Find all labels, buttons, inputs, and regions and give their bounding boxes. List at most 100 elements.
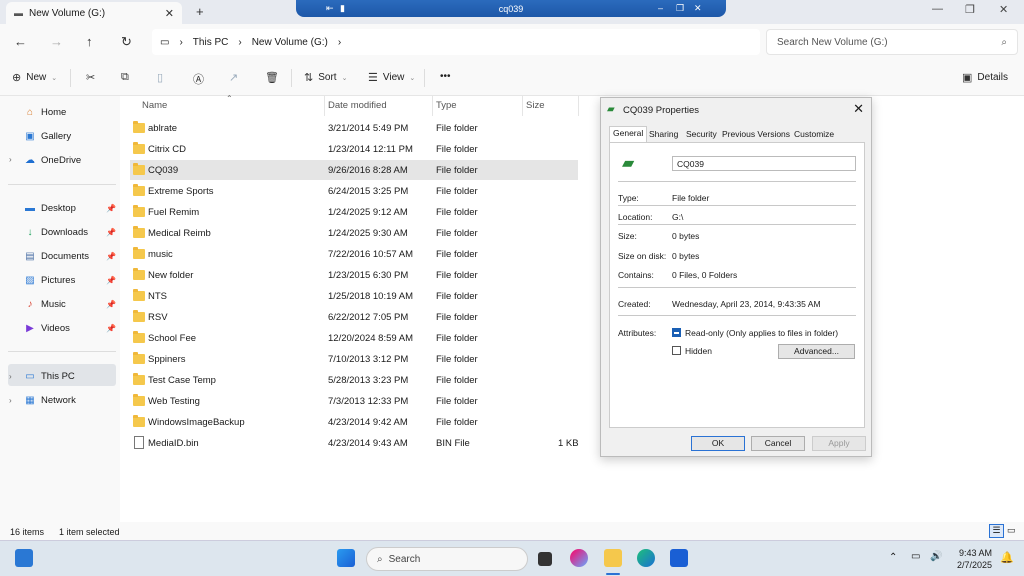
new-button[interactable]: ⊕ New ⌄	[12, 71, 57, 84]
tab-security[interactable]: Security	[683, 128, 720, 142]
rename-button[interactable]: Ⓐ	[193, 71, 204, 87]
sidebar-item-desktop[interactable]: ▬ Desktop 📌	[24, 199, 118, 217]
sidebar-item-network[interactable]: ▦ Network	[24, 391, 118, 409]
column-header-date[interactable]: Date modified	[328, 100, 387, 111]
view-button[interactable]: ☰ View ⌄	[368, 71, 415, 84]
column-divider[interactable]	[522, 96, 523, 116]
tab-customize[interactable]: Customize	[791, 128, 837, 142]
pin-icon[interactable]: 📌	[106, 276, 116, 285]
paste-button[interactable]: ▯	[157, 71, 163, 84]
back-icon[interactable]: ←	[14, 34, 27, 49]
widgets-icon[interactable]	[15, 549, 33, 567]
volume-icon[interactable]: 🔊	[930, 551, 942, 562]
citrix-restore-icon[interactable]: ❐	[676, 3, 684, 14]
sidebar-item-music[interactable]: ♪ Music 📌	[24, 295, 118, 313]
pin-icon[interactable]: 📌	[106, 324, 116, 333]
table-row[interactable]: WindowsImageBackup 4/23/2014 9:42 AM File …	[130, 412, 578, 432]
table-row[interactable]: RSV 6/22/2012 7:05 PM File folder	[130, 307, 578, 327]
column-divider[interactable]	[578, 96, 579, 116]
notification-icon[interactable]: 🔔	[1000, 551, 1014, 564]
details-pane-button[interactable]: ▣ Details	[962, 71, 1008, 84]
ok-button[interactable]: OK	[691, 436, 745, 451]
maximize-button[interactable]: ❐	[965, 3, 975, 16]
copy-button[interactable]: ⧉	[121, 71, 129, 84]
table-row[interactable]: Web Testing 7/3/2013 12:33 PM File folder	[130, 391, 578, 411]
table-row[interactable]: music 7/22/2016 10:57 AM File folder	[130, 244, 578, 264]
details-view-icon[interactable]: ☰	[989, 524, 1004, 538]
tab-previous-versions[interactable]: Previous Versions	[719, 128, 793, 142]
folder-name-input[interactable]: CQ039	[672, 156, 856, 171]
dialog-close-icon[interactable]: ✕	[853, 101, 864, 117]
search-input[interactable]: Search New Volume (G:) ⌕	[766, 29, 1018, 55]
table-row[interactable]: Test Case Temp 5/28/2013 3:23 PM File fold…	[130, 370, 578, 390]
store-icon[interactable]	[670, 549, 688, 567]
citrix-close-icon[interactable]: ✕	[694, 3, 702, 14]
table-row[interactable]: ablrate 3/21/2014 5:49 PM File folder	[130, 118, 578, 138]
table-row[interactable]: CQ039 9/26/2016 8:28 AM File folder	[130, 160, 578, 180]
copilot-icon[interactable]	[570, 549, 588, 567]
table-row[interactable]: Sppiners 7/10/2013 3:12 PM File folder	[130, 349, 578, 369]
pin-icon[interactable]: 📌	[106, 228, 116, 237]
table-row[interactable]: Citrix CD 1/23/2014 12:11 PM File folder	[130, 139, 578, 159]
sidebar-item-downloads[interactable]: ↓ Downloads 📌	[24, 223, 118, 241]
cut-button[interactable]: ✂	[86, 71, 95, 84]
sidebar-item-documents[interactable]: ▤ Documents 📌	[24, 247, 118, 265]
table-row[interactable]: Fuel Remim 1/24/2025 9:12 AM File folder	[130, 202, 578, 222]
up-icon[interactable]: ↑	[86, 34, 93, 49]
expand-chevron-icon[interactable]: ›	[9, 155, 12, 164]
new-tab-button[interactable]: +	[196, 4, 204, 19]
expand-chevron-icon[interactable]: ›	[9, 396, 12, 405]
hidden-checkbox[interactable]	[672, 346, 681, 355]
sidebar-item-videos[interactable]: ▶ Videos 📌	[24, 319, 118, 337]
sidebar-item-this-pc[interactable]: ▭ This PC	[24, 367, 118, 385]
column-divider[interactable]	[324, 96, 325, 116]
taskbar-search[interactable]: ⌕ Search	[366, 547, 528, 571]
table-row[interactable]: MediaID.bin 4/23/2014 9:43 AM BIN File 1 KB	[130, 433, 579, 453]
sidebar-item-pictures[interactable]: ▨ Pictures 📌	[24, 271, 118, 289]
column-divider[interactable]	[432, 96, 433, 116]
minimize-button[interactable]: —	[932, 3, 943, 15]
tab-close-icon[interactable]: ✕	[165, 7, 174, 20]
sidebar-item-gallery[interactable]: ▣ Gallery	[24, 127, 118, 145]
readonly-checkbox[interactable]	[672, 328, 681, 337]
more-options-button[interactable]: •••	[440, 71, 451, 82]
sidebar-item-onedrive[interactable]: ☁ OneDrive	[24, 151, 118, 169]
column-header-size[interactable]: Size	[526, 100, 544, 111]
chevron-up-icon[interactable]: ⌃	[889, 552, 897, 563]
share-button[interactable]: ↗	[229, 71, 238, 84]
pin-icon[interactable]: 📌	[106, 300, 116, 309]
tab-sharing[interactable]: Sharing	[646, 128, 681, 142]
network-status-icon[interactable]: ▭	[911, 551, 920, 562]
refresh-icon[interactable]: ↻	[121, 34, 132, 50]
breadcrumb-this-pc[interactable]: This PC	[193, 37, 229, 48]
start-icon[interactable]	[337, 549, 355, 567]
advanced-button[interactable]: Advanced...	[778, 344, 855, 359]
cancel-button[interactable]: Cancel	[751, 436, 805, 451]
file-explorer-icon[interactable]	[604, 549, 622, 567]
citrix-minimize-icon[interactable]: –	[658, 3, 663, 13]
table-row[interactable]: Medical Reimb 1/24/2025 9:30 AM File folde…	[130, 223, 578, 243]
pin-icon[interactable]: 📌	[106, 252, 116, 261]
breadcrumb-new-volume[interactable]: New Volume (G:)	[252, 37, 328, 48]
column-header-type[interactable]: Type	[436, 100, 457, 111]
table-row[interactable]: Extreme Sports 6/24/2015 3:25 PM File fold…	[130, 181, 578, 201]
apply-button[interactable]: Apply	[812, 436, 866, 451]
table-row[interactable]: School Fee 12/20/2024 8:59 AM File folder	[130, 328, 578, 348]
delete-button[interactable]: 🗑	[265, 71, 279, 84]
sort-button[interactable]: ⇅ Sort ⌄	[304, 71, 347, 84]
expand-chevron-icon[interactable]: ›	[9, 372, 12, 381]
task-view-icon[interactable]	[538, 552, 552, 566]
table-row[interactable]: NTS 1/25/2018 10:19 AM File folder	[130, 286, 578, 306]
forward-icon[interactable]: →	[50, 34, 63, 49]
close-window-button[interactable]: ✕	[999, 3, 1008, 16]
tab-new-volume[interactable]: ▬ New Volume (G:) ✕	[6, 2, 182, 24]
tiles-view-icon[interactable]: ▭	[1007, 525, 1016, 536]
clock[interactable]: 9:43 AM 2/7/2025	[944, 547, 992, 571]
column-header-name[interactable]: Name	[142, 100, 167, 111]
pin-icon[interactable]: 📌	[106, 204, 116, 213]
table-row[interactable]: New folder 1/23/2015 6:30 PM File folder	[130, 265, 578, 285]
edge-icon[interactable]	[637, 549, 655, 567]
address-bar[interactable]: ▭ › This PC › New Volume (G:) ›	[152, 29, 760, 55]
tab-general[interactable]: General	[609, 126, 648, 143]
sidebar-item-home[interactable]: ⌂ Home	[24, 103, 118, 121]
